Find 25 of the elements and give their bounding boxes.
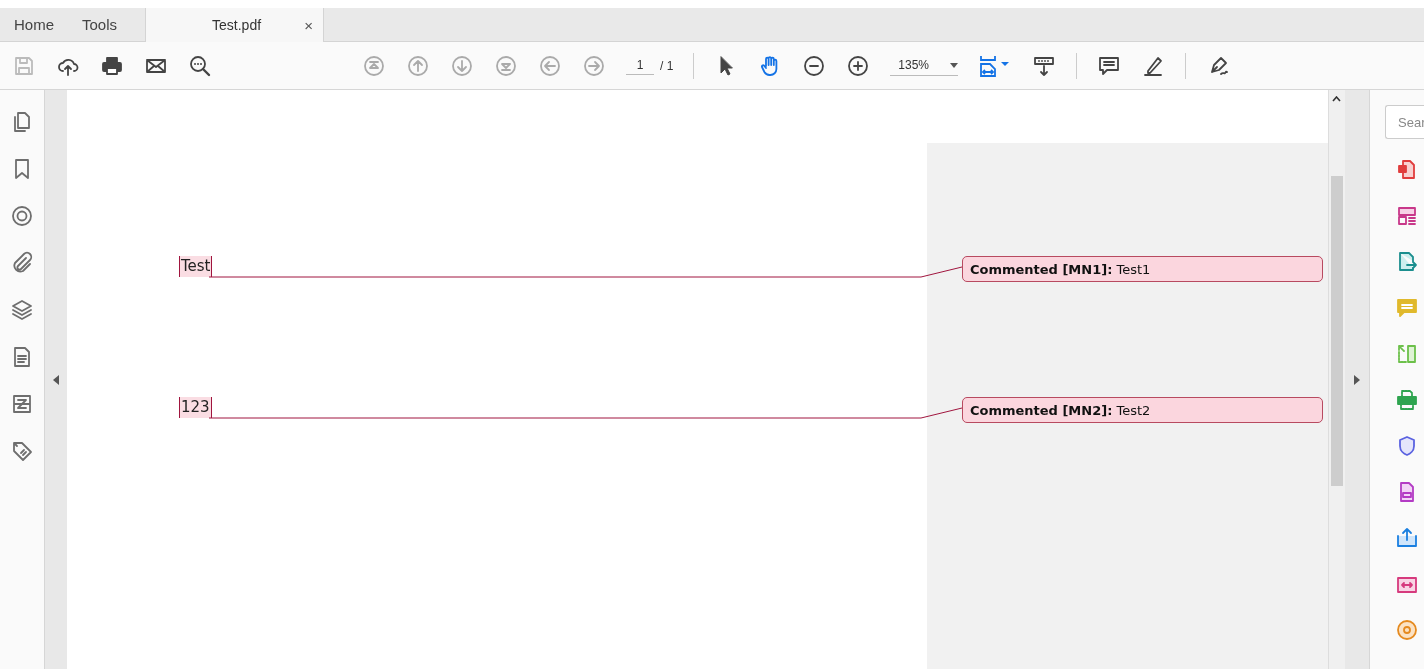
zoom-in-icon[interactable] <box>846 53 871 78</box>
share-icon[interactable] <box>1395 526 1419 550</box>
close-button[interactable]: × <box>304 16 314 34</box>
scrollbar-thumb[interactable] <box>1331 176 1344 486</box>
comment-balloon[interactable]: Commented [MN1]: Test1 <box>961 256 1323 282</box>
scroll-up-icon[interactable] <box>1332 96 1342 102</box>
page-count: / 1 <box>660 58 674 73</box>
expand-right-icon[interactable] <box>1354 374 1361 385</box>
commented-text: Test <box>178 256 213 277</box>
commented-text: 123 <box>178 397 212 418</box>
layers-icon[interactable] <box>9 298 34 322</box>
zoom-dropdown[interactable]: 135% <box>890 55 959 76</box>
zoom-out-icon[interactable] <box>802 53 827 78</box>
layout-icon[interactable] <box>1395 204 1419 228</box>
scanner-icon[interactable] <box>1395 388 1419 412</box>
comment-balloon[interactable]: Commented [MN2]: Test2 <box>961 397 1323 423</box>
page-number-field[interactable]: 1 <box>626 56 654 75</box>
tab[interactable]: Home <box>0 8 68 41</box>
caret-icon <box>950 62 959 68</box>
target-icon[interactable] <box>9 204 34 228</box>
document-tab[interactable]: Test.pdf × <box>145 8 325 42</box>
collapse-left-icon[interactable] <box>52 374 59 385</box>
gear-icon[interactable] <box>1395 618 1419 642</box>
tab[interactable]: Tools <box>68 8 132 41</box>
search-icon[interactable] <box>188 53 212 78</box>
